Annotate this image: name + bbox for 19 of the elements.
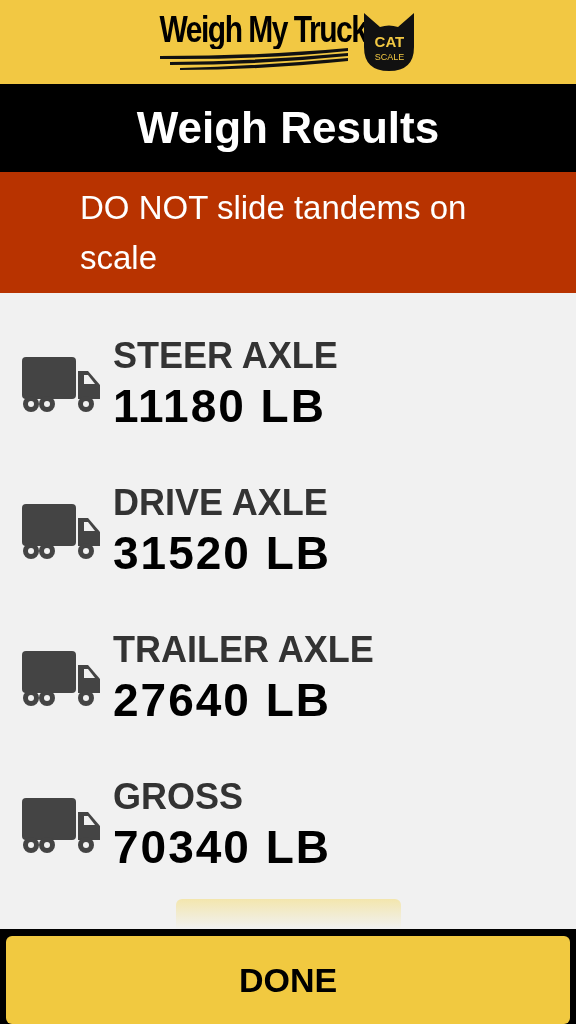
weight-value: 31520 LB	[113, 526, 331, 582]
speed-lines-icon	[159, 48, 350, 70]
weight-value: 27640 LB	[113, 673, 332, 729]
truck-icon	[22, 650, 100, 707]
logo-wordmark: Weigh My Truck	[159, 10, 367, 48]
warning-message: DO NOT slide tandems on scale	[80, 187, 468, 278]
screen-title: Weigh Results	[136, 102, 440, 154]
badge-text: CAT	[374, 34, 405, 49]
weight-value: 70340 LB	[113, 820, 331, 876]
truck-icon	[22, 356, 100, 413]
axle-label: TRAILER AXLE	[113, 628, 374, 673]
axle-label: DRIVE AXLE	[113, 481, 329, 526]
axle-label: GROSS	[113, 775, 245, 820]
truck-icon	[22, 503, 100, 560]
axle-label: STEER AXLE	[113, 334, 338, 379]
badge-subtext: SCALE	[374, 53, 405, 62]
weight-value: 11180 LB	[113, 379, 327, 435]
done-button[interactable]: DONE	[6, 936, 570, 1024]
truck-icon	[22, 797, 100, 854]
